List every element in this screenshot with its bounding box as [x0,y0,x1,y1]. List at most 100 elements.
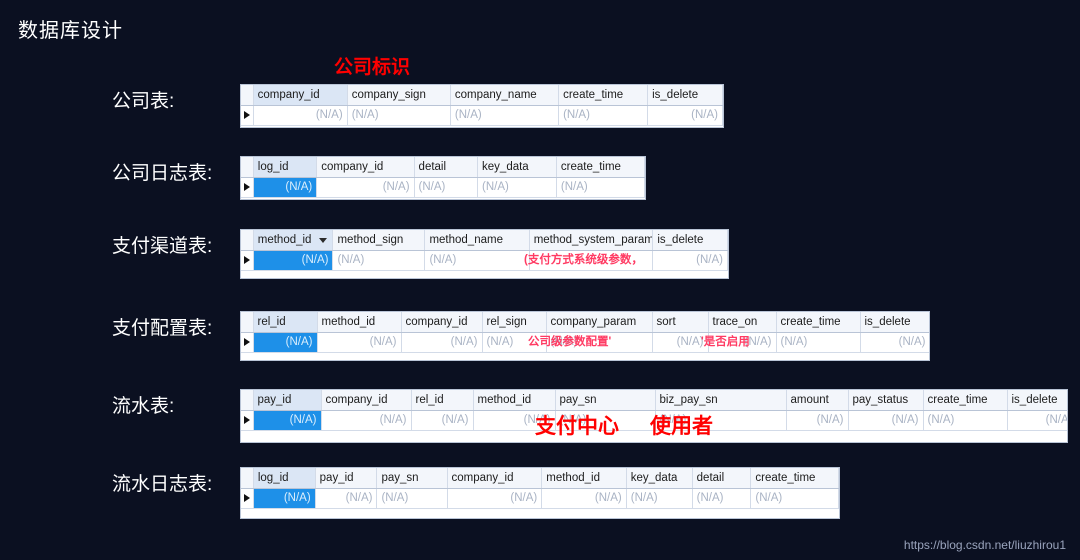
column-header-company-id[interactable]: company_id [321,390,412,411]
column-header-create-time[interactable]: create_time [750,468,839,489]
column-header-trace-on[interactable]: trace_on [708,312,777,333]
column-header-create-time[interactable]: create_time [558,85,649,106]
column-header-rel-sign[interactable]: rel_sign [482,312,547,333]
cell-method-name[interactable]: (N/A) [424,250,530,271]
cell-rel-id[interactable]: (N/A) [253,332,318,353]
cell-company-id[interactable]: (N/A) [316,177,415,198]
row-selector-gutter[interactable] [241,105,254,126]
cell-log-id[interactable]: (N/A) [253,177,318,198]
column-header-pay-status[interactable]: pay_status [848,390,924,411]
cell-company-id[interactable]: (N/A) [321,410,412,431]
cell-company-name[interactable]: (N/A) [450,105,560,126]
column-header-method-sign[interactable]: method_sign [332,230,426,251]
table-label-payment-flow-log-table: 流水日志表: [112,474,213,495]
chevron-down-icon[interactable] [319,237,328,243]
cell-rel-id[interactable]: (N/A) [411,410,474,431]
payment-flow-log-table[interactable]: log_id pay_id pay_sn company_id method_id key… [240,467,840,519]
table-label-payment-method-table: 支付渠道表: [112,236,213,257]
column-header-pay-sn[interactable]: pay_sn [555,390,656,411]
table-row[interactable]: (N/A) (N/A) (N/A) (N/A) (N/A) (N/A) (N/A) (N/A) [241,488,839,509]
column-header-pay-id[interactable]: pay_id [315,468,378,489]
cell-log-id[interactable]: (N/A) [253,488,316,509]
table-row[interactable]: (N/A) (N/A) (N/A) (N/A) (N/A) [241,105,723,126]
cell-pay-status[interactable]: (N/A) [848,410,924,431]
column-header-is-delete[interactable]: is_delete [647,85,723,106]
column-header-company-param[interactable]: company_param [546,312,653,333]
company-table[interactable]: company_id company_sign company_name create… [240,84,724,128]
current-row-arrow-icon [244,111,250,119]
column-header-method-name[interactable]: method_name [424,230,530,251]
column-header-amount[interactable]: amount [786,390,849,411]
cell-company-id[interactable]: (N/A) [447,488,543,509]
cell-is-delete[interactable]: (N/A) [647,105,723,126]
table-row[interactable]: (N/A) (N/A) (N/A) (N/A) (N/A) [241,177,645,198]
column-header-is-delete[interactable]: is_delete [860,312,929,333]
cell-method-id[interactable]: (N/A) [541,488,627,509]
column-header-company-name[interactable]: company_name [450,85,560,106]
column-header-key-data[interactable]: key_data [477,157,557,178]
column-header-company-id[interactable]: company_id [316,157,415,178]
column-header-company-id[interactable]: company_id [447,468,543,489]
cell-company-sign[interactable]: (N/A) [347,105,451,126]
company-log-table[interactable]: log_id company_id detail key_data create_tim… [240,156,646,200]
cell-create-time[interactable]: (N/A) [556,177,645,198]
cell-is-delete[interactable]: (N/A) [652,250,728,271]
cell-company-id[interactable]: (N/A) [401,332,483,353]
table-label-payment-config-table: 支付配置表: [112,318,213,339]
column-header-method-id[interactable]: method_id [317,312,402,333]
column-header-company-id[interactable]: company_id [401,312,483,333]
cell-company-id[interactable]: (N/A) [253,105,348,126]
column-header-method-id[interactable]: method_id [473,390,556,411]
cell-amount[interactable]: (N/A) [786,410,849,431]
column-header-company-sign[interactable]: company_sign [347,85,451,106]
cell-sort[interactable]: (N/A) [652,332,709,353]
row-selector-gutter[interactable] [241,488,254,509]
cell-is-delete[interactable]: (N/A) [860,332,929,353]
column-header-company-id[interactable]: company_id [253,85,348,106]
cell-key-data[interactable]: (N/A) [477,177,557,198]
table-row[interactable]: (N/A) (N/A) (N/A) (N/A) [241,250,728,271]
cell-method-sign[interactable]: (N/A) [332,250,426,271]
cell-key-data[interactable]: (N/A) [626,488,693,509]
cell-pay-id[interactable]: (N/A) [315,488,378,509]
cell-create-time[interactable]: (N/A) [923,410,1008,431]
column-header-method-id[interactable]: method_id [541,468,627,489]
column-header-create-time[interactable]: create_time [556,157,645,178]
column-header-rel-id[interactable]: rel_id [253,312,318,333]
row-selector-gutter[interactable] [241,410,254,431]
row-gutter-header [241,85,254,106]
current-row-arrow-icon [244,256,250,264]
cell-method-id[interactable]: (N/A) [253,250,334,271]
payment-method-table[interactable]: method_id method_sign method_name method_sy… [240,229,729,279]
column-header-key-data[interactable]: key_data [626,468,693,489]
cell-create-time[interactable]: (N/A) [558,105,649,126]
column-header-sort[interactable]: sort [652,312,709,333]
row-selector-gutter[interactable] [241,177,254,198]
cell-detail[interactable]: (N/A) [692,488,752,509]
company-sign-annotation: 公司标识 [334,57,411,78]
current-row-arrow-icon [244,494,250,502]
column-header-biz-pay-sn[interactable]: biz_pay_sn [655,390,787,411]
column-header-rel-id[interactable]: rel_id [411,390,474,411]
column-header-log-id[interactable]: log_id [253,468,316,489]
column-header-pay-sn[interactable]: pay_sn [376,468,448,489]
column-header-method-system-param[interactable]: method_system_param [529,230,654,251]
cell-pay-sn[interactable]: (N/A) [376,488,448,509]
cell-method-id[interactable]: (N/A) [317,332,402,353]
column-header-log-id[interactable]: log_id [253,157,318,178]
column-header-pay-id[interactable]: pay_id [253,390,322,411]
column-header-create-time[interactable]: create_time [923,390,1008,411]
cell-create-time[interactable]: (N/A) [776,332,861,353]
cell-detail[interactable]: (N/A) [414,177,479,198]
cell-create-time[interactable]: (N/A) [750,488,839,509]
column-header-is-delete[interactable]: is_delete [652,230,728,251]
column-header-detail[interactable]: detail [692,468,752,489]
column-header-method-id[interactable]: method_id [253,230,334,251]
column-header-is-delete[interactable]: is_delete [1007,390,1067,411]
column-header-detail[interactable]: detail [414,157,479,178]
column-header-create-time[interactable]: create_time [776,312,861,333]
row-selector-gutter[interactable] [241,250,254,271]
cell-is-delete[interactable]: (N/A) [1007,410,1067,431]
row-selector-gutter[interactable] [241,332,254,353]
cell-pay-id[interactable]: (N/A) [253,410,322,431]
